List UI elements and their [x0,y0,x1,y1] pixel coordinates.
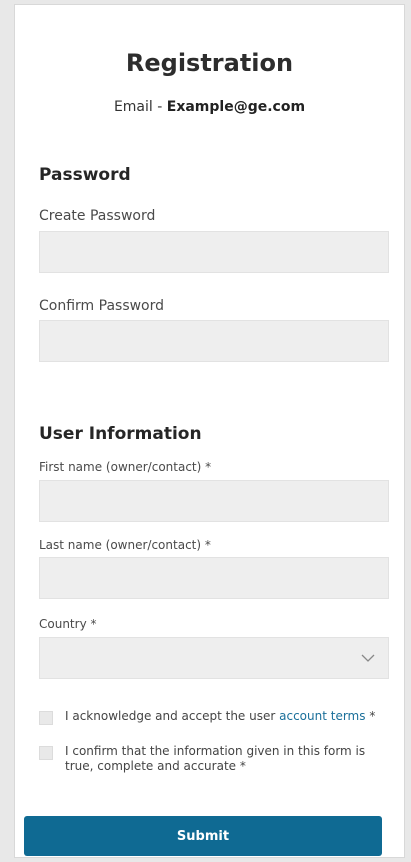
first-name-label: First name (owner/contact) * [39,460,212,474]
confirm-text: I confirm that the information given in … [65,744,366,773]
chevron-down-icon [360,650,376,670]
email-value: Example@ge.com [166,99,306,115]
confirm-checkbox-row[interactable]: I confirm that the information given in … [39,744,397,774]
last-name-label: Last name (owner/contact) * [39,538,211,552]
confirm-checkbox[interactable] [39,746,53,760]
terms-text-required: * [365,709,376,723]
registration-card: Registration Email - Example@ge.com Pass… [14,4,405,858]
create-password-label: Create Password [39,208,156,224]
page-title: Registration [125,49,294,77]
last-name-input[interactable] [39,557,389,599]
country-label: Country * [39,617,97,631]
email-prefix: Email - [113,99,167,115]
first-name-input[interactable] [39,480,389,522]
confirm-password-input[interactable] [39,320,389,362]
account-terms-link[interactable]: account terms [279,709,365,723]
terms-text: I acknowledge and accept the user accoun… [65,709,375,724]
password-heading: Password [39,165,131,185]
create-password-input[interactable] [39,231,389,273]
confirm-password-label: Confirm Password [39,298,165,314]
email-line: Email - Example@ge.com [15,99,404,115]
terms-checkbox-row[interactable]: I acknowledge and accept the user accoun… [39,709,397,725]
user-information-heading: User Information [39,424,202,444]
country-select[interactable] [39,637,389,679]
submit-button[interactable]: Submit [24,816,382,856]
terms-text-pre: I acknowledge and accept the user [65,709,280,723]
terms-checkbox[interactable] [39,711,53,725]
